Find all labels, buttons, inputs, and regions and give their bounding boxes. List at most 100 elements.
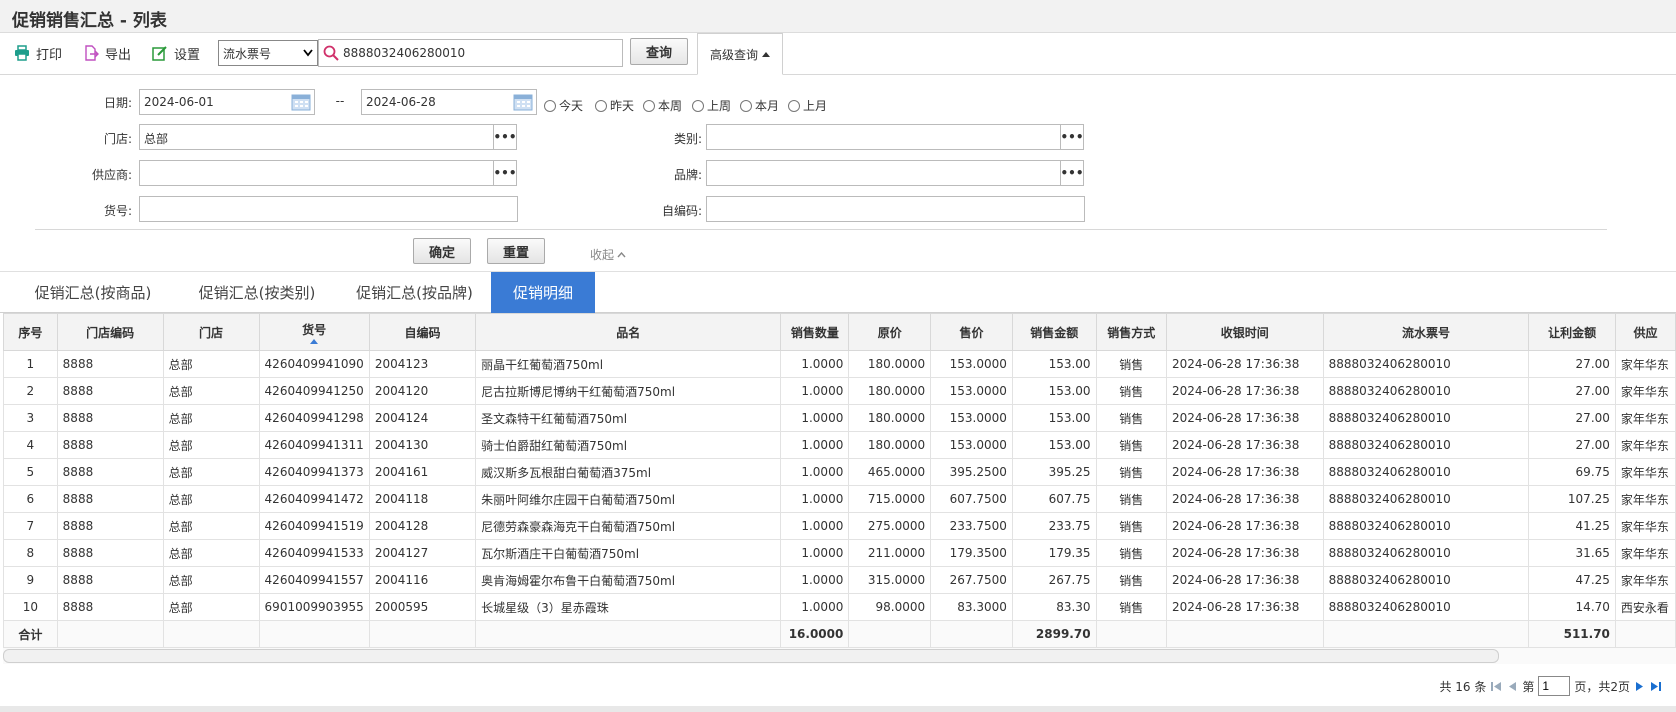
radio-last-month[interactable]: 上月 — [788, 97, 827, 114]
date-to-value: 2024-06-28 — [366, 95, 436, 109]
supplier-field[interactable] — [139, 160, 494, 186]
date-to-field[interactable]: 2024-06-28 — [361, 89, 537, 115]
print-label: 打印 — [36, 47, 63, 63]
table-cell: 180.0000 — [848, 377, 932, 405]
table-cell: 180.0000 — [848, 431, 932, 459]
column-header[interactable]: 自编码 — [368, 313, 477, 351]
prev-page-icon[interactable] — [1506, 679, 1518, 693]
table-cell: 销售 — [1095, 377, 1167, 405]
supplier-picker-button[interactable]: ••• — [493, 160, 517, 186]
selfcode-field[interactable] — [706, 196, 1085, 222]
first-page-icon[interactable] — [1490, 679, 1502, 693]
store-picker-button[interactable]: ••• — [493, 124, 517, 150]
category-picker-button[interactable]: ••• — [1060, 124, 1084, 150]
table-cell: 275.0000 — [848, 512, 932, 540]
table-cell: 8888032406280010 — [1322, 431, 1530, 459]
column-header[interactable]: 流水票号 — [1322, 313, 1530, 351]
table-row[interactable]: 1 8888 总部 4260409941090 2004123 丽晶干红葡萄酒750ml 1… — [3, 350, 1676, 378]
next-page-icon[interactable] — [1634, 679, 1646, 693]
page-prefix: 第 — [1522, 679, 1535, 694]
column-header[interactable]: 门店 — [162, 313, 260, 351]
search-type-select[interactable]: 流水票号 — [218, 40, 318, 66]
tab-detail[interactable]: 促销明细 — [491, 272, 595, 313]
table-cell: 2004127 — [368, 539, 477, 567]
radio-yesterday[interactable]: 昨天 — [595, 97, 634, 114]
column-header-label: 让利金额 — [1548, 325, 1597, 340]
store-field[interactable]: 总部 — [139, 124, 494, 150]
tab-by-brand[interactable]: 促销汇总(按品牌) — [338, 272, 491, 313]
date-label: 日期: — [103, 96, 132, 110]
tab-by-category[interactable]: 促销汇总(按类别) — [176, 272, 338, 313]
page-number-input[interactable] — [1538, 676, 1571, 696]
table-cell: 98.0000 — [848, 593, 932, 621]
table-row[interactable]: 5 8888 总部 4260409941373 2004161 威汉斯多瓦根甜白葡萄酒37… — [3, 458, 1676, 486]
table-cell: 尼德劳森豪森海克干白葡萄酒750ml — [475, 512, 782, 540]
column-header[interactable]: 品名 — [475, 313, 782, 351]
last-page-icon[interactable] — [1650, 679, 1662, 693]
column-header-label: 品名 — [616, 325, 641, 340]
radio-label: 今天 — [559, 99, 584, 113]
print-button[interactable]: 打印 — [14, 43, 62, 63]
radio-this-week[interactable]: 本周 — [643, 97, 682, 114]
reset-button[interactable]: 重置 — [487, 238, 545, 264]
table-cell: 607.75 — [1011, 485, 1097, 513]
table-row[interactable]: 9 8888 总部 4260409941557 2004116 奥肯海姆霍尔布鲁干白葡萄酒… — [3, 566, 1676, 594]
tab-by-product[interactable]: 促销汇总(按商品) — [10, 272, 176, 313]
column-header[interactable]: 收银时间 — [1165, 313, 1324, 351]
column-header[interactable]: 原价 — [848, 313, 932, 351]
table-cell: 8888032406280010 — [1322, 458, 1530, 486]
table-row[interactable]: 10 8888 总部 6901009903955 2000595 长城星级（3）星赤霞珠 1… — [3, 593, 1676, 621]
column-header[interactable]: 门店编码 — [56, 313, 164, 351]
radio-this-month[interactable]: 本月 — [740, 97, 779, 114]
export-button[interactable]: 导出 — [83, 43, 131, 63]
total-label: 合计 — [3, 620, 58, 648]
table-row[interactable]: 4 8888 总部 4260409941311 2004130 骑士伯爵甜红葡萄酒750m… — [3, 431, 1676, 459]
table-cell: 销售 — [1095, 404, 1167, 432]
category-field[interactable] — [706, 124, 1061, 150]
horizontal-scrollbar[interactable] — [3, 649, 1499, 663]
table-cell: 27.00 — [1528, 431, 1616, 459]
table-cell: 销售 — [1095, 431, 1167, 459]
calendar-icon[interactable] — [291, 93, 311, 111]
table-row[interactable]: 6 8888 总部 4260409941472 2004118 朱丽叶阿维尔庄园干白葡萄酒… — [3, 485, 1676, 513]
table-row[interactable]: 2 8888 总部 4260409941250 2004120 尼古拉斯博尼博纳干红葡萄酒… — [3, 377, 1676, 405]
column-header[interactable]: 销售金额 — [1011, 313, 1097, 351]
more-icon: ••• — [1060, 166, 1084, 180]
brand-field[interactable] — [706, 160, 1061, 186]
table-cell: 总部 — [162, 593, 260, 621]
table-cell: 153.00 — [1011, 350, 1097, 378]
table-cell: 27.00 — [1528, 404, 1616, 432]
table-row[interactable]: 7 8888 总部 4260409941519 2004128 尼德劳森豪森海克干白葡萄酒… — [3, 512, 1676, 540]
table-cell: 8888 — [56, 485, 164, 513]
table-cell: 2024-06-28 17:36:38 — [1165, 485, 1324, 513]
settings-label: 设置 — [174, 47, 201, 63]
column-header[interactable]: 售价 — [930, 313, 1013, 351]
brand-picker-button[interactable]: ••• — [1060, 160, 1084, 186]
calendar-icon[interactable] — [513, 93, 533, 111]
column-header[interactable]: 货号 — [258, 313, 370, 351]
radio-today[interactable]: 今天 — [544, 97, 583, 114]
search-input[interactable]: 8888032406280010 — [318, 39, 623, 67]
table-cell: 395.25 — [1011, 458, 1097, 486]
advanced-query-tab[interactable]: 高级查询 — [697, 33, 783, 75]
table-cell: 家年华东 — [1614, 539, 1676, 567]
sku-field[interactable] — [139, 196, 518, 222]
query-button[interactable]: 查询 — [630, 38, 688, 65]
settings-button[interactable]: 设置 — [152, 43, 200, 63]
column-header[interactable]: 供应 — [1614, 313, 1676, 351]
table-row[interactable]: 3 8888 总部 4260409941298 2004124 圣文森特干红葡萄酒750m… — [3, 404, 1676, 432]
column-header[interactable]: 让利金额 — [1528, 313, 1616, 351]
column-header[interactable]: 序号 — [3, 313, 58, 351]
column-header[interactable]: 销售数量 — [780, 313, 850, 351]
table-header-row: 序号 门店编码 门店 货号 自编码 品名 销售数量 原价 售价 销售金额 销售方式 收银时间 流水票号 让… — [3, 313, 1676, 351]
collapse-toggle[interactable]: 收起 — [590, 246, 626, 263]
column-header[interactable]: 销售方式 — [1095, 313, 1167, 351]
date-from-field[interactable]: 2024-06-01 — [139, 89, 315, 115]
radio-last-week[interactable]: 上周 — [692, 97, 731, 114]
table-cell: 31.65 — [1528, 539, 1616, 567]
table-cell: 153.0000 — [930, 431, 1013, 459]
table-row[interactable]: 8 8888 总部 4260409941533 2004127 瓦尔斯酒庄干白葡萄酒750… — [3, 539, 1676, 567]
table-cell: 153.0000 — [930, 377, 1013, 405]
radio-label: 上月 — [803, 99, 828, 113]
confirm-button[interactable]: 确定 — [413, 238, 471, 264]
